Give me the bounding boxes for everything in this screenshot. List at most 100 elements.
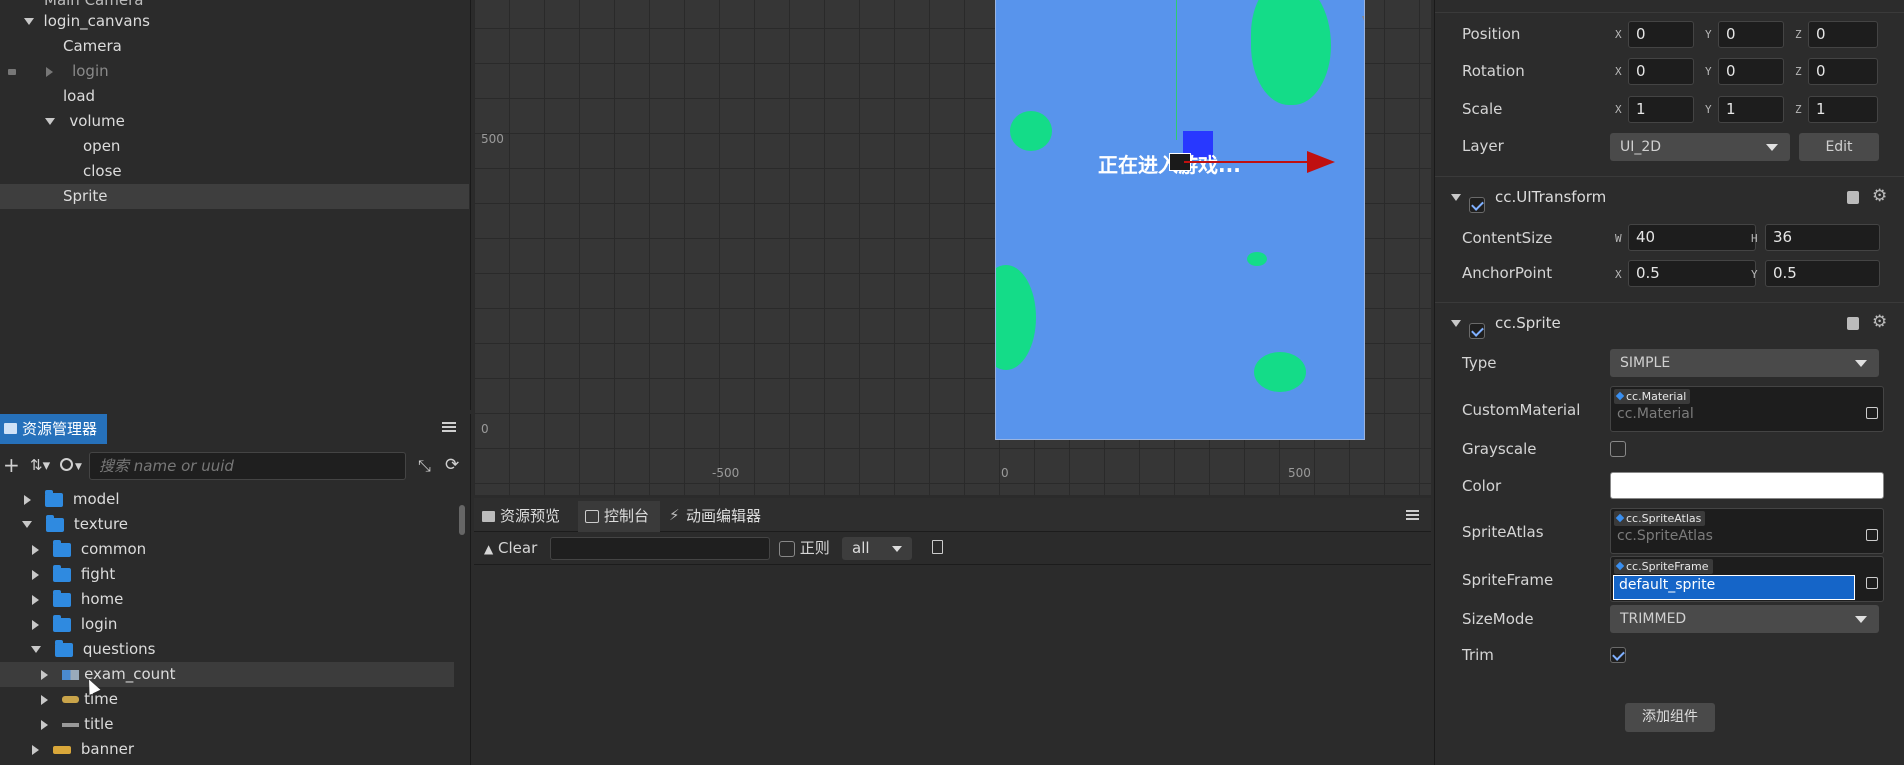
- anchor-y-input[interactable]: 0.5: [1765, 260, 1880, 287]
- asset-label: model: [72, 490, 120, 508]
- content-height-input[interactable]: 36: [1765, 224, 1880, 251]
- tab-asset-preview[interactable]: 资源预览: [474, 501, 578, 532]
- gear-icon[interactable]: ⚙: [1872, 307, 1887, 337]
- asset-picker-icon[interactable]: [1866, 529, 1878, 541]
- expand-arrow-icon[interactable]: [31, 646, 41, 653]
- add-component-button[interactable]: 添加组件: [1625, 703, 1715, 732]
- collapse-arrow-icon[interactable]: [1451, 194, 1461, 201]
- asset-folder-common[interactable]: common: [0, 537, 454, 562]
- uitransform-enabled-checkbox[interactable]: [1469, 196, 1485, 213]
- asset-time[interactable]: time: [0, 687, 454, 712]
- asset-folder-questions[interactable]: questions: [0, 637, 454, 662]
- tree-node-login-canvans[interactable]: login_canvans: [0, 9, 469, 34]
- tree-node-sprite[interactable]: Sprite: [0, 184, 469, 209]
- tab-animation-editor[interactable]: ⚡ 动画编辑器: [660, 501, 774, 532]
- node-label: open: [83, 137, 121, 155]
- expand-arrow-icon[interactable]: [24, 494, 31, 505]
- asset-exam-count[interactable]: exam_count: [0, 662, 454, 687]
- expand-arrow-icon[interactable]: [41, 719, 48, 730]
- assets-tab[interactable]: 资源管理器: [0, 414, 107, 444]
- regex-label: 正则: [799, 539, 830, 557]
- tree-node-close[interactable]: close: [0, 159, 469, 184]
- expand-arrow-icon[interactable]: [32, 619, 39, 630]
- tree-node-volume[interactable]: volume: [0, 109, 469, 134]
- expand-arrow-icon[interactable]: [32, 744, 39, 755]
- regex-toggle[interactable]: 正则: [779, 538, 830, 559]
- log-file-icon[interactable]: [932, 540, 943, 554]
- console-filter-input[interactable]: [550, 537, 770, 560]
- regex-checkbox[interactable]: [779, 540, 795, 557]
- layer-select[interactable]: UI_2D: [1610, 133, 1790, 161]
- log-level-select[interactable]: all: [842, 537, 912, 560]
- content-width-input[interactable]: 40: [1628, 224, 1756, 251]
- rotation-z-input[interactable]: 0: [1808, 58, 1878, 85]
- x-axis-gizmo[interactable]: [1184, 161, 1314, 163]
- expand-arrow-icon[interactable]: [46, 66, 53, 77]
- size-mode-select[interactable]: TRIMMED: [1610, 605, 1879, 633]
- asset-search-input[interactable]: 搜索 name or uuid: [89, 452, 406, 480]
- position-x-input[interactable]: 0: [1628, 21, 1694, 48]
- asset-banner[interactable]: banner: [0, 737, 454, 762]
- asset-folder-home[interactable]: home: [0, 587, 454, 612]
- type-select[interactable]: SIMPLE: [1610, 349, 1879, 377]
- expand-arrow-icon[interactable]: [41, 694, 48, 705]
- position-z-input[interactable]: 0: [1808, 21, 1878, 48]
- search-dropdown-icon[interactable]: ▼: [75, 462, 82, 472]
- tree-node-login[interactable]: login: [0, 59, 469, 84]
- scale-z-input[interactable]: 1: [1808, 96, 1878, 123]
- help-doc-icon[interactable]: [1847, 191, 1859, 204]
- asset-folder-model[interactable]: model: [0, 487, 454, 512]
- menu-icon[interactable]: [1406, 508, 1419, 522]
- collapse-icon[interactable]: ⤡: [418, 456, 431, 476]
- asset-folder-login[interactable]: login: [0, 612, 454, 637]
- refresh-icon[interactable]: ⟳: [445, 455, 459, 475]
- expand-arrow-icon[interactable]: [32, 594, 39, 605]
- asset-picker-icon[interactable]: [1866, 577, 1878, 589]
- layer-edit-button[interactable]: Edit: [1799, 133, 1879, 161]
- anchor-x-input[interactable]: 0.5: [1628, 260, 1756, 287]
- custom-material-field[interactable]: cc.Material cc.Material: [1610, 386, 1884, 432]
- scene-view[interactable]: 正在进入游戏... 500 0 -500 0 500: [474, 0, 1431, 495]
- scale-y-input[interactable]: 1: [1718, 96, 1784, 123]
- tree-node-camera[interactable]: Camera: [0, 34, 469, 59]
- game-canvas[interactable]: [995, 0, 1365, 440]
- add-icon[interactable]: +: [3, 455, 20, 475]
- tab-console[interactable]: 控制台: [578, 501, 660, 532]
- tree-node-open[interactable]: open: [0, 134, 469, 159]
- asset-folder-fight[interactable]: fight: [0, 562, 454, 587]
- expand-arrow-icon[interactable]: [22, 521, 32, 528]
- sort-icon[interactable]: ⇅▾: [30, 456, 50, 474]
- asset-title[interactable]: title: [0, 712, 454, 737]
- rotation-x-input[interactable]: 0: [1628, 58, 1694, 85]
- expand-arrow-icon[interactable]: [41, 669, 48, 680]
- tree-node-load[interactable]: load: [0, 84, 469, 109]
- position-y-input[interactable]: 0: [1718, 21, 1784, 48]
- color-swatch[interactable]: [1610, 472, 1884, 499]
- expand-arrow-icon[interactable]: [24, 18, 34, 25]
- asset-picker-icon[interactable]: [1866, 407, 1878, 419]
- clear-button[interactable]: ▲ Clear: [484, 537, 537, 560]
- asset-type-tag: cc.SpriteAtlas: [1614, 511, 1706, 526]
- scale-x-input[interactable]: 1: [1628, 96, 1694, 123]
- trim-checkbox[interactable]: [1610, 647, 1626, 663]
- sprite-frame-field[interactable]: cc.SpriteFrame default_sprite: [1610, 556, 1884, 602]
- lock-icon[interactable]: [8, 68, 16, 75]
- x-axis-arrow-icon[interactable]: [1307, 151, 1335, 173]
- uitransform-header[interactable]: cc.UITransform ⚙: [1435, 181, 1904, 213]
- rotation-y-input[interactable]: 0: [1718, 58, 1784, 85]
- expand-arrow-icon[interactable]: [32, 569, 39, 580]
- expand-arrow-icon[interactable]: [32, 544, 39, 555]
- sprite-enabled-checkbox[interactable]: [1469, 322, 1485, 339]
- gear-icon[interactable]: ⚙: [1872, 181, 1887, 211]
- sprite-header[interactable]: cc.Sprite ⚙: [1435, 307, 1904, 339]
- image-asset-icon: [53, 745, 72, 754]
- assets-scrollbar[interactable]: [459, 505, 465, 535]
- expand-arrow-icon[interactable]: [45, 118, 55, 125]
- sprite-atlas-field[interactable]: cc.SpriteAtlas cc.SpriteAtlas: [1610, 508, 1884, 554]
- search-icon[interactable]: [60, 458, 73, 471]
- help-doc-icon[interactable]: [1847, 317, 1859, 330]
- menu-icon[interactable]: [442, 420, 456, 434]
- grayscale-checkbox[interactable]: [1610, 441, 1626, 457]
- asset-folder-texture[interactable]: texture: [0, 512, 454, 537]
- collapse-arrow-icon[interactable]: [1451, 320, 1461, 327]
